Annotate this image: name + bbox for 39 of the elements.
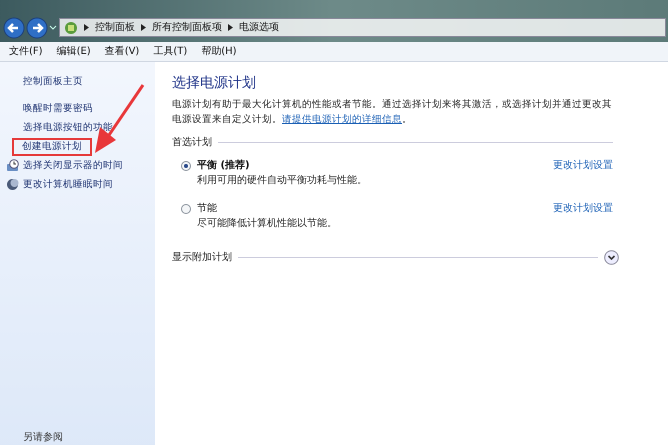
menu-item[interactable]: 查看(V) [104,46,140,58]
plan-name: 节能 [197,202,218,216]
details-link[interactable]: 请提供电源计划的详细信息 [282,114,402,125]
chevron-icon [228,24,233,31]
sidebar-link[interactable]: 唤醒时需要密码 [23,102,93,116]
control-panel-icon [64,20,78,34]
section-heading: 显示附加计划 [172,250,232,265]
dropdown-icon[interactable] [49,25,57,31]
moon-icon [6,178,19,191]
back-icon[interactable] [3,17,25,39]
plan-description: 利用可用的硬件自动平衡功耗与性能。 [197,174,368,188]
sidebar-link[interactable]: 更改计算机睡眠时间 [23,178,113,192]
breadcrumb[interactable]: 电源选项 [239,22,279,34]
menu-item[interactable]: 工具(T) [153,46,188,58]
forward-icon[interactable] [26,17,48,39]
breadcrumb[interactable]: 所有控制面板项 [152,22,222,34]
section-heading: 首选计划 [172,136,212,150]
change-plan-settings-link[interactable]: 更改计划设置 [553,202,613,216]
radio-button[interactable] [181,161,191,171]
see-also-heading: 另请参阅 [22,432,64,444]
change-plan-settings-link[interactable]: 更改计划设置 [553,159,613,173]
address-bar[interactable]: 控制面板 所有控制面板项 电源选项 [59,18,666,37]
sidebar-link[interactable]: 创建电源计划 [12,138,92,156]
description-text: 电源计划有助于最大化计算机的性能或者节能。通过选择计划来将其激活，或选择计划并通过更改其电源设置来自定义计划。请提供电源计划的详细信息。 [172,98,613,127]
page-title: 选择电源计划 [172,74,257,92]
clock-icon [6,159,19,172]
arrow-drawing [93,84,145,154]
chevron-icon [141,24,146,31]
chevron-icon [84,24,89,31]
sidebar-link[interactable]: 控制面板主页 [23,74,83,88]
expand-icon[interactable] [604,250,619,265]
plan-name: 平衡 (推荐) [197,159,251,173]
menu-item[interactable]: 编辑(E) [56,46,91,58]
breadcrumb[interactable]: 控制面板 [95,22,135,34]
radio-button[interactable] [181,204,191,214]
menu-item[interactable]: 文件(F) [9,46,43,58]
plan-description: 尽可能降低计算机性能以节能。 [197,217,338,231]
menu-item[interactable]: 帮助(H) [201,46,237,58]
sidebar-link[interactable]: 选择关闭显示器的时间 [23,158,123,172]
